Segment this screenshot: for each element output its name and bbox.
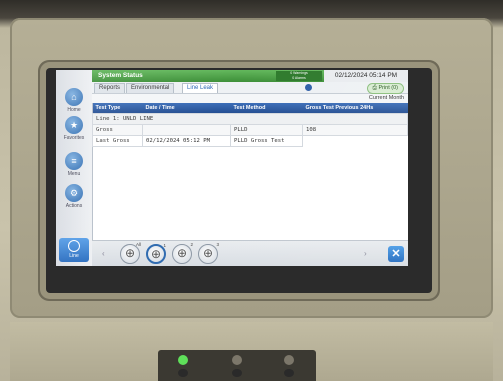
cell-date-time: 02/12/2024 05:12 PM <box>142 135 231 147</box>
indicator-led-strip <box>158 350 316 381</box>
period-label[interactable]: Current Month <box>369 94 404 103</box>
col-date-time[interactable]: Date / Time <box>142 103 231 114</box>
line-button[interactable]: Line <box>59 238 89 262</box>
col-gross-test[interactable]: Gross Test Previous 24Hs <box>302 103 408 114</box>
filter-tag: All <box>135 242 141 247</box>
touchscreen: ⌂ Home ★ Favorites ≡ Menu ⚙ Actions Line… <box>56 70 408 266</box>
menu-button[interactable]: ≡ Menu <box>61 152 87 177</box>
clock-datetime: 02/12/2024 05:14 PM <box>324 70 408 82</box>
table-group-row[interactable]: Line 1: UNLD LINE <box>92 113 408 125</box>
favorites-label: Favorites <box>63 135 85 141</box>
filter-line-2-button[interactable]: ⊕ 2 <box>172 242 193 264</box>
table-row[interactable]: Last Gross 02/12/2024 05:12 PM PLLD Gros… <box>92 135 408 147</box>
filter-line-3-button[interactable]: ⊕ 3 <box>198 242 219 264</box>
status-bar[interactable]: System Status 0 Warnings 0 Alarms 02/12/… <box>92 70 408 82</box>
line-label: Line <box>69 253 79 259</box>
actions-button[interactable]: ⚙ Actions <box>61 184 87 209</box>
crosshair-icon: ⊕ <box>150 247 162 261</box>
close-button[interactable]: ✕ <box>388 246 404 262</box>
cell-test-method: PLLD <box>230 124 303 136</box>
cell-gross-value <box>303 136 408 147</box>
crosshair-icon: ⊕ <box>176 246 188 260</box>
group-label: Line 1: UNLD LINE <box>92 113 408 125</box>
breadcrumb-tabs: Reports Environmental Line Leak ⎙ Print … <box>92 82 408 94</box>
line-icon <box>68 240 80 252</box>
sidebar: ⌂ Home ★ Favorites ≡ Menu ⚙ Actions Line <box>56 70 93 266</box>
alarm-led <box>284 355 294 377</box>
col-test-method[interactable]: Test Method <box>230 103 303 114</box>
power-led <box>178 355 188 377</box>
scroll-left-icon[interactable]: ‹ <box>102 249 105 258</box>
warning-led <box>232 355 242 377</box>
print-button[interactable]: ⎙ Print (0) <box>366 83 404 94</box>
table-header-row: Test Type Date / Time Test Method Gross … <box>92 103 408 114</box>
bottom-toolbar: ‹ ⊕ All ⊕ 1 ⊕ 2 ⊕ 3 › ✕ <box>92 240 408 266</box>
cell-date-time <box>142 124 231 136</box>
scroll-right-icon[interactable]: › <box>364 249 367 258</box>
menu-label: Menu <box>67 171 81 177</box>
home-icon: ⌂ <box>65 88 83 106</box>
filter-all-button[interactable]: ⊕ All <box>120 242 141 264</box>
cell-test-type: Gross <box>92 124 143 136</box>
filter-tag: 3 <box>216 242 219 247</box>
close-icon: ✕ <box>391 248 401 260</box>
cell-gross-value: 108 <box>302 124 408 136</box>
cell-test-type: Last Gross <box>92 135 143 147</box>
table-row[interactable]: Gross PLLD 108 <box>92 124 408 136</box>
filter-line-1-button[interactable]: ⊕ 1 <box>146 243 166 264</box>
tab-line-leak[interactable]: Line Leak <box>182 83 219 93</box>
line-leak-table: Test Type Date / Time Test Method Gross … <box>92 103 408 147</box>
print-label: Print (0) <box>378 85 398 91</box>
star-icon: ★ <box>65 116 83 134</box>
tab-dropdown-icon[interactable] <box>305 84 312 91</box>
crosshair-icon: ⊕ <box>124 246 136 260</box>
alarms-count: 0 Alarms <box>292 76 306 80</box>
filter-tag: 2 <box>190 242 193 247</box>
period-bar: Current Month <box>92 94 408 103</box>
tab-reports[interactable]: Reports <box>94 83 126 93</box>
filter-tag: 1 <box>163 243 166 248</box>
actions-label: Actions <box>65 203 83 209</box>
menu-icon: ≡ <box>65 152 83 170</box>
crosshair-icon: ⊕ <box>202 246 214 260</box>
status-title: System Status <box>98 72 143 79</box>
alarm-summary[interactable]: 0 Warnings 0 Alarms <box>276 71 322 81</box>
favorites-button[interactable]: ★ Favorites <box>61 116 87 141</box>
home-button[interactable]: ⌂ Home <box>61 88 87 113</box>
col-test-type[interactable]: Test Type <box>92 103 143 114</box>
tab-environmental[interactable]: Environmental <box>126 83 175 93</box>
actions-icon: ⚙ <box>65 184 83 202</box>
cell-test-method: PLLD Gross Test <box>230 135 303 147</box>
home-label: Home <box>67 107 81 113</box>
